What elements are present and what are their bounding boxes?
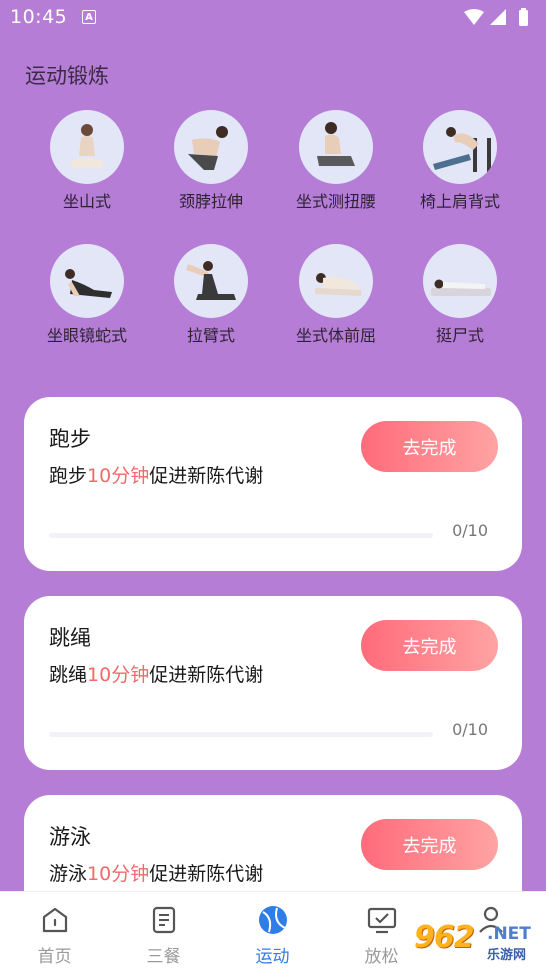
complete-button[interactable]: 去完成 bbox=[361, 620, 498, 671]
ball-icon bbox=[259, 906, 287, 934]
document-icon bbox=[152, 906, 176, 934]
neck-stretch-pose-icon bbox=[174, 110, 248, 184]
section-title: 运动锻炼 bbox=[25, 64, 109, 88]
card-desc-highlight: 10分钟 bbox=[87, 465, 150, 487]
yoga-label: 颈脖拉伸 bbox=[178, 192, 243, 211]
watermark-site-name: 乐游网 bbox=[487, 948, 527, 963]
exercise-card-jump-rope: 跳绳 跳绳10分钟促进新陈代谢 去完成 0/10 bbox=[24, 596, 522, 770]
progress-bar bbox=[49, 533, 433, 538]
monitor-check-icon bbox=[367, 907, 397, 934]
yoga-label: 椅上肩背式 bbox=[419, 192, 500, 211]
card-title: 跑步 bbox=[49, 427, 91, 451]
signal-icon bbox=[490, 9, 506, 25]
card-desc-suffix: 促进新陈代谢 bbox=[149, 863, 264, 885]
tab-home[interactable]: 首页 bbox=[0, 892, 109, 970]
yoga-item[interactable]: 颈脖拉伸 bbox=[146, 110, 276, 212]
status-time: 10:45 bbox=[10, 6, 68, 28]
seated-twist-pose-icon bbox=[299, 110, 373, 184]
tab-exercise[interactable]: 运动 bbox=[218, 892, 327, 970]
tab-label: 首页 bbox=[37, 947, 72, 967]
system-status-icons bbox=[464, 8, 528, 26]
site-watermark-logo: 962 .NET 乐游网 bbox=[412, 918, 542, 968]
meditation-pose-icon bbox=[50, 110, 124, 184]
chair-backbend-pose-icon bbox=[423, 110, 497, 184]
card-description: 跑步10分钟促进新陈代谢 bbox=[49, 461, 263, 488]
yoga-item[interactable]: 坐山式 bbox=[22, 110, 152, 212]
yoga-label: 坐式测扭腰 bbox=[295, 192, 376, 211]
yoga-item[interactable]: 坐眼镜蛇式 bbox=[22, 244, 152, 346]
card-desc-prefix: 跑步 bbox=[49, 465, 88, 487]
card-desc-highlight: 10分钟 bbox=[87, 664, 150, 686]
card-description: 跳绳10分钟促进新陈代谢 bbox=[49, 660, 263, 687]
card-title: 跳绳 bbox=[49, 626, 91, 650]
yoga-item[interactable]: 坐式体前屈 bbox=[271, 244, 401, 346]
card-title: 游泳 bbox=[49, 825, 91, 849]
yoga-item[interactable]: 挺尸式 bbox=[395, 244, 525, 346]
yoga-item[interactable]: 椅上肩背式 bbox=[395, 110, 525, 212]
watermark-number: 962 bbox=[414, 920, 475, 955]
exercise-card-running: 跑步 跑步10分钟促进新陈代谢 去完成 0/10 bbox=[24, 397, 522, 571]
card-desc-suffix: 促进新陈代谢 bbox=[149, 664, 264, 686]
wifi-icon bbox=[464, 9, 484, 25]
progress-bar bbox=[49, 732, 433, 737]
yoga-item[interactable]: 拉臂式 bbox=[146, 244, 276, 346]
card-desc-prefix: 游泳 bbox=[49, 863, 88, 885]
tab-meals[interactable]: 三餐 bbox=[109, 892, 218, 970]
notification-badge-icon: A bbox=[82, 10, 96, 24]
progress-count: 0/10 bbox=[452, 720, 488, 739]
battery-icon bbox=[519, 10, 528, 26]
progress-count: 0/10 bbox=[452, 521, 488, 540]
card-desc-suffix: 促进新陈代谢 bbox=[149, 465, 264, 487]
tab-label: 运动 bbox=[255, 947, 290, 967]
home-icon bbox=[42, 907, 68, 933]
tab-label: 三餐 bbox=[146, 947, 181, 967]
card-desc-prefix: 跳绳 bbox=[49, 664, 88, 686]
forward-fold-pose-icon bbox=[299, 244, 373, 318]
card-desc-highlight: 10分钟 bbox=[87, 863, 150, 885]
corpse-pose-icon bbox=[423, 244, 497, 318]
cobra-pose-icon bbox=[50, 244, 124, 318]
card-description: 游泳10分钟促进新陈代谢 bbox=[49, 859, 263, 886]
status-bar: 10:45 A bbox=[0, 0, 546, 36]
yoga-item[interactable]: 坐式测扭腰 bbox=[271, 110, 401, 212]
yoga-label: 坐山式 bbox=[62, 192, 111, 211]
yoga-label: 挺尸式 bbox=[435, 326, 484, 345]
complete-button[interactable]: 去完成 bbox=[361, 421, 498, 472]
complete-button[interactable]: 去完成 bbox=[361, 819, 498, 870]
arm-stretch-pose-icon bbox=[174, 244, 248, 318]
watermark-domain: .NET bbox=[487, 924, 531, 944]
yoga-label: 坐式体前屈 bbox=[295, 326, 376, 345]
yoga-label: 拉臂式 bbox=[186, 326, 235, 345]
yoga-label: 坐眼镜蛇式 bbox=[46, 326, 127, 345]
